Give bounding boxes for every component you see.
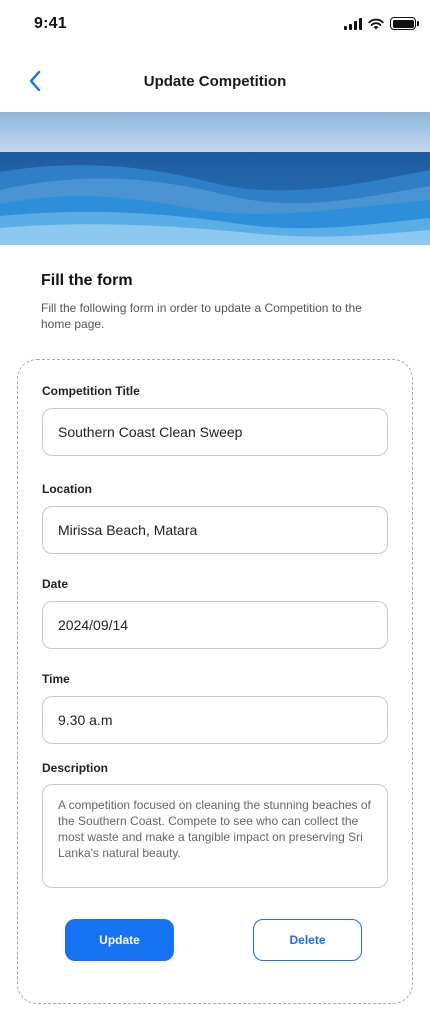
- status-time: 9:41: [34, 15, 67, 32]
- location-label: Location: [42, 482, 92, 496]
- navigation-bar: Update Competition: [0, 56, 430, 108]
- cellular-signal-icon: [344, 17, 362, 30]
- date-label: Date: [42, 577, 69, 591]
- battery-icon: [390, 17, 419, 30]
- description-label: Description: [42, 761, 109, 775]
- competition-title-value: Southern Coast Clean Sweep: [58, 424, 243, 440]
- delete-button[interactable]: Delete: [253, 919, 362, 961]
- location-value: Mirissa Beach, Matara: [58, 522, 198, 538]
- description-value: A competition focused on cleaning the st…: [58, 798, 371, 860]
- time-value: 9.30 a.m: [58, 712, 113, 728]
- competition-title-input[interactable]: Southern Coast Clean Sweep: [42, 408, 388, 456]
- update-button[interactable]: Update: [65, 919, 174, 961]
- location-input[interactable]: Mirissa Beach, Matara: [42, 506, 388, 554]
- description-textarea[interactable]: A competition focused on cleaning the st…: [42, 784, 388, 888]
- form-subtext: Fill the following form in order to upda…: [41, 301, 362, 331]
- form-heading: Fill the form: [41, 272, 133, 289]
- competition-title-label: Competition Title: [42, 384, 140, 398]
- status-bar: 9:41: [0, 0, 430, 50]
- wifi-icon: [368, 18, 384, 29]
- hero-ocean-banner: [0, 112, 430, 245]
- date-value: 2024/09/14: [58, 617, 129, 633]
- page-title: Update Competition: [143, 73, 287, 90]
- status-icons: [344, 17, 419, 30]
- time-label: Time: [42, 672, 70, 686]
- date-input[interactable]: 2024/09/14: [42, 601, 388, 649]
- time-input[interactable]: 9.30 a.m: [42, 696, 388, 744]
